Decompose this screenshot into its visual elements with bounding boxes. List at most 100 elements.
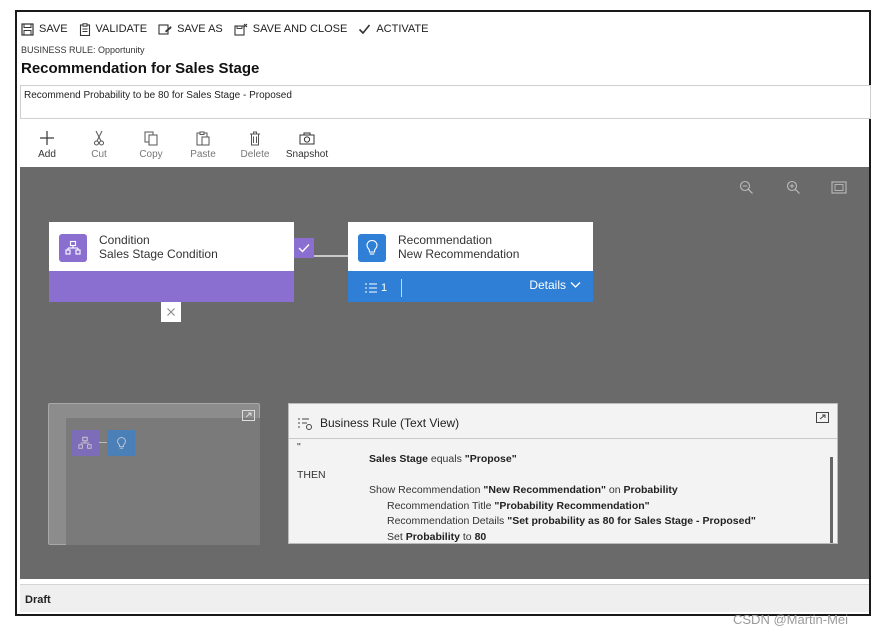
snapshot-button[interactable]: Snapshot	[281, 129, 333, 167]
paste-button[interactable]: Paste	[177, 129, 229, 167]
condition-icon	[65, 240, 81, 255]
copy-label: Copy	[139, 149, 163, 160]
breadcrumb: BUSINESS RULE: Opportunity	[21, 45, 145, 55]
text-view-condition: Sales Stage equals "Propose"	[297, 452, 827, 468]
condition-node[interactable]: Condition Sales Stage Condition	[49, 222, 294, 302]
text-view-icon	[298, 418, 312, 430]
zoom-out-icon	[739, 180, 753, 194]
action-count: 1	[364, 279, 403, 297]
false-branch-button[interactable]	[161, 302, 181, 322]
activate-label: ACTIVATE	[376, 23, 429, 35]
minimap-connector	[99, 442, 107, 443]
save-and-close-button[interactable]: SAVE AND CLOSE	[234, 23, 348, 36]
camera-icon	[299, 132, 315, 144]
watermark: CSDN @Martin-Mei	[733, 612, 849, 627]
expand-icon	[242, 410, 255, 421]
text-view-body: " Sales Stage equals "Propose" THEN Show…	[297, 441, 827, 543]
recommendation-node-band: 1 Details	[348, 271, 593, 302]
fit-screen-icon	[831, 181, 847, 194]
recommendation-node-type: Recommendation	[398, 233, 493, 247]
cut-label: Cut	[91, 149, 107, 160]
condition-field: Sales Stage	[369, 453, 428, 465]
save-button[interactable]: SAVE	[21, 22, 68, 36]
condition-node-type: Condition	[99, 233, 150, 247]
set-label: Set	[387, 530, 403, 543]
save-close-icon	[234, 23, 248, 36]
add-label: Add	[38, 149, 56, 160]
condition-value: "Propose"	[464, 453, 517, 465]
page-title: Recommendation for Sales Stage	[21, 60, 260, 77]
text-view-title: Business Rule (Text View)	[320, 416, 460, 430]
text-view-quote: "	[297, 441, 301, 453]
rec-title-value: "Probability Recommendation"	[494, 499, 650, 512]
copy-icon	[144, 131, 158, 145]
action-prefix: Show Recommendation	[369, 484, 481, 496]
activate-button[interactable]: ACTIVATE	[358, 23, 428, 35]
designer-toolbar: Add Cut Copy Paste Delete Snapshot	[17, 129, 869, 167]
rec-details-value: "Set probability as 80 for Sales Stage -…	[507, 515, 756, 527]
text-view-then: THEN	[297, 468, 326, 481]
paste-icon	[196, 131, 210, 145]
action-field: Probability	[623, 484, 678, 496]
delete-button[interactable]: Delete	[229, 129, 281, 167]
copy-button[interactable]: Copy	[125, 129, 177, 167]
text-view-maximize-button[interactable]	[816, 410, 829, 428]
lightbulb-icon	[116, 436, 126, 449]
text-view-panel: Business Rule (Text View) " Sales Stage …	[288, 403, 838, 544]
save-as-label: SAVE AS	[177, 23, 223, 35]
text-view-rec-title: Recommendation Title "Probability Recomm…	[297, 499, 827, 515]
save-and-close-label: SAVE AND CLOSE	[252, 23, 348, 35]
save-icon	[21, 22, 34, 36]
minimap-expand-button[interactable]	[242, 408, 255, 426]
zoom-in-button[interactable]	[786, 180, 801, 200]
zoom-out-button[interactable]	[739, 180, 754, 200]
text-view-header: Business Rule (Text View)	[289, 404, 837, 439]
add-button[interactable]: Add	[21, 129, 73, 167]
condition-node-icon-box	[59, 234, 87, 262]
fit-to-screen-button[interactable]	[831, 181, 847, 199]
set-field: Probability	[405, 530, 460, 543]
designer-canvas[interactable]: Condition Sales Stage Condition Recommen…	[20, 167, 869, 579]
description-field[interactable]: Recommend Probability to be 80 for Sales…	[20, 85, 871, 119]
text-view-scrollbar[interactable]	[830, 457, 833, 543]
minimap-condition-node	[71, 430, 99, 456]
trash-icon	[250, 131, 260, 145]
details-toggle[interactable]: Details	[529, 278, 581, 292]
condition-node-band	[49, 271, 294, 302]
command-bar: SAVE VALIDATE SAVE AS SAVE AND CLOSE ACT…	[21, 18, 439, 40]
cut-button[interactable]: Cut	[73, 129, 125, 167]
set-to: to	[462, 530, 472, 543]
save-as-icon	[158, 23, 172, 35]
text-view-set: Set Probability to 80	[297, 530, 827, 546]
details-label: Details	[529, 278, 566, 292]
true-branch-button[interactable]	[294, 238, 314, 258]
recommendation-node[interactable]: Recommendation New Recommendation 1 Deta…	[348, 222, 593, 302]
business-rule-designer: SAVE VALIDATE SAVE AS SAVE AND CLOSE ACT…	[15, 10, 871, 616]
text-view-action: Show Recommendation "New Recommendation"…	[297, 483, 827, 499]
recommendation-node-icon-box	[358, 234, 386, 262]
action-name: "New Recommendation"	[483, 484, 606, 496]
action-on: on	[608, 484, 621, 496]
count-separator	[401, 279, 403, 297]
minimap-recommendation-node	[107, 430, 135, 456]
delete-label: Delete	[240, 149, 270, 160]
validate-icon	[79, 22, 90, 36]
close-icon	[167, 308, 175, 316]
lightbulb-icon	[366, 239, 378, 255]
condition-icon	[78, 436, 92, 449]
list-icon	[365, 283, 377, 293]
validate-button[interactable]: VALIDATE	[79, 22, 148, 36]
scissors-icon	[94, 130, 104, 146]
save-as-button[interactable]: SAVE AS	[158, 23, 223, 36]
minimap[interactable]	[48, 403, 260, 545]
set-value: 80	[474, 530, 487, 543]
rec-title-label: Recommendation Title	[387, 499, 492, 512]
text-view-rec-details: Recommendation Details "Set probability …	[297, 514, 827, 530]
snapshot-label: Snapshot	[285, 149, 329, 160]
connector-line	[311, 255, 348, 257]
rec-details-label: Recommendation Details	[387, 515, 505, 527]
check-icon	[298, 244, 310, 253]
status-text: Draft	[25, 594, 51, 606]
save-label: SAVE	[39, 23, 68, 35]
validate-label: VALIDATE	[95, 23, 148, 35]
